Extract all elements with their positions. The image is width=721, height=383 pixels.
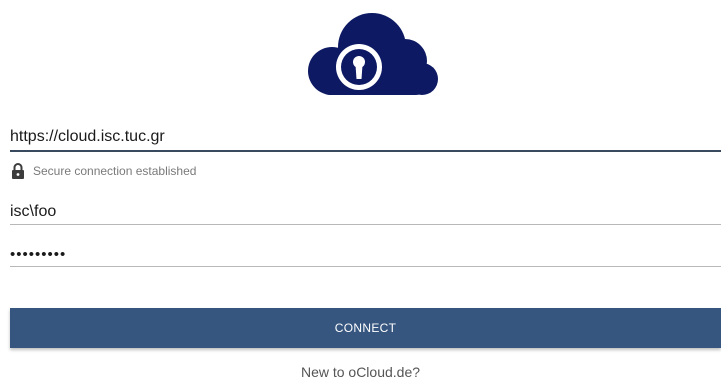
username-underline — [10, 224, 721, 225]
password-input[interactable] — [10, 243, 710, 265]
connection-status-text: Secure connection established — [33, 164, 197, 178]
lock-icon — [12, 163, 24, 179]
username-field[interactable] — [10, 201, 721, 225]
cloud-keyhole-logo — [308, 13, 438, 95]
server-url-field[interactable] — [10, 126, 721, 152]
server-url-underline — [10, 150, 721, 152]
connect-button-label: CONNECT — [334, 321, 397, 335]
password-underline — [10, 266, 721, 267]
connection-status: Secure connection established — [11, 162, 196, 180]
connect-button[interactable]: CONNECT — [10, 308, 721, 348]
server-url-input[interactable] — [10, 126, 710, 148]
username-input[interactable] — [10, 201, 710, 223]
signup-link[interactable]: New to oCloud.de? — [0, 364, 721, 380]
password-field[interactable] — [10, 243, 721, 267]
